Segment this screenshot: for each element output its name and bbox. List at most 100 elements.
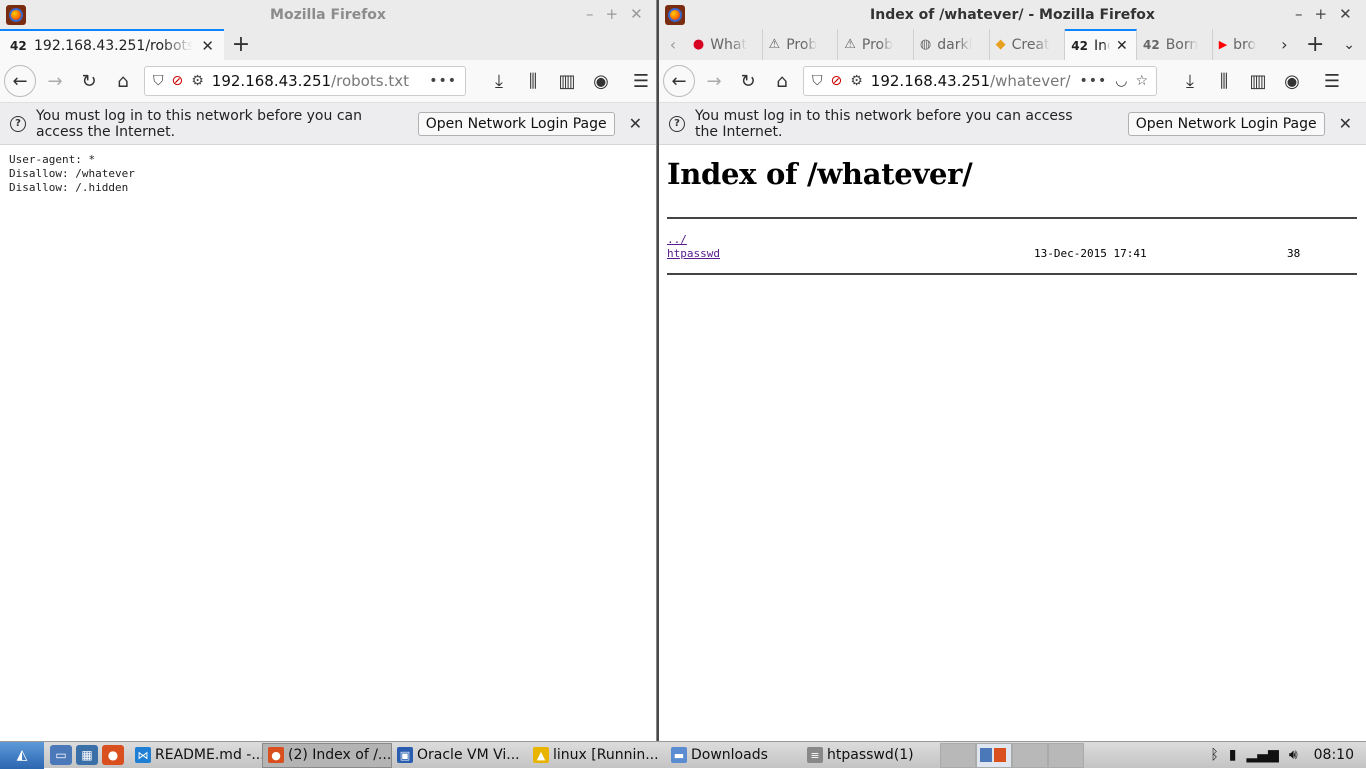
network-icon[interactable]: ▂▄▆ — [1247, 747, 1279, 763]
tab-scroll-left-icon[interactable]: ‹ — [659, 29, 687, 60]
downloads-icon[interactable]: ⤓ — [484, 66, 514, 96]
right-tab-bar: ‹ ● What ⚠ Prob ⚠ Prob ◍ darkl ◆ Creat 4… — [659, 29, 1366, 60]
tab-7[interactable]: 42 Born — [1137, 29, 1213, 60]
right-page-content: Index of /whatever/ ../ htpasswd 13-Dec-… — [659, 157, 1366, 275]
tab-2[interactable]: ⚠ Prob — [763, 29, 839, 60]
shield-icon[interactable]: ⛉ — [812, 73, 823, 89]
warning-icon: ⚠ — [768, 37, 781, 52]
workspace-2[interactable] — [976, 742, 1012, 768]
tab-robots[interactable]: 42 192.168.43.251/robots.txt ✕ — [0, 29, 224, 60]
maximize-icon[interactable]: + — [606, 5, 619, 23]
warning-icon: ⚠ — [844, 37, 856, 52]
42-icon: 42 — [10, 38, 27, 53]
firefox-icon[interactable] — [6, 5, 26, 25]
permissions-icon[interactable]: ⚙ — [191, 73, 204, 89]
new-tab-button[interactable]: + — [1298, 29, 1332, 60]
tab-scroll-right-icon[interactable]: › — [1270, 29, 1298, 60]
firefox-icon[interactable] — [665, 5, 685, 25]
file-manager-icon[interactable]: ▭ — [50, 745, 72, 765]
back-button[interactable]: ← — [663, 65, 695, 97]
url-host: 192.168.43.251 — [870, 72, 991, 90]
tab-5[interactable]: ◆ Creat — [990, 29, 1066, 60]
close-icon[interactable]: ✕ — [630, 5, 643, 23]
shield-icon[interactable]: ⛉ — [153, 73, 164, 89]
left-title-bar: Mozilla Firefox – + ✕ — [0, 0, 656, 29]
close-tab-icon[interactable]: ✕ — [201, 37, 214, 55]
reload-button[interactable]: ↻ — [74, 66, 104, 96]
taskbar-item-downloads[interactable]: ▬ Downloads — [666, 743, 802, 768]
firefox-launch-icon[interactable]: ● — [102, 745, 124, 765]
desktop-icon[interactable]: ▦ — [76, 745, 98, 765]
permissions-icon[interactable]: ⚙ — [850, 73, 863, 89]
back-button[interactable]: ← — [4, 65, 36, 97]
page-title: Index of /whatever/ — [667, 157, 973, 191]
quick-launch: ▭ ▦ ● — [44, 745, 130, 765]
url-host: 192.168.43.251 — [211, 72, 332, 90]
home-button[interactable]: ⌂ — [108, 66, 138, 96]
volume-icon[interactable]: 🔊︎ — [1289, 747, 1298, 763]
taskbar-item-linux-vm[interactable]: ▲ linux [Runnin... — [528, 743, 666, 768]
file-size: 38 — [1287, 247, 1301, 260]
left-window-controls: – + ✕ — [586, 5, 643, 23]
all-tabs-icon[interactable]: ⌄ — [1332, 29, 1366, 60]
taskbar-item-readme[interactable]: ⋈ README.md -... — [130, 743, 262, 768]
tab-1[interactable]: ● What — [687, 29, 763, 60]
text-file-icon: ≡ — [807, 747, 823, 763]
battery-icon[interactable]: ▮ — [1229, 747, 1237, 763]
close-icon[interactable]: ✕ — [1339, 5, 1352, 23]
url-bar[interactable]: ⛉ ⊘ ⚙ 192.168.43.251/robots.txt ••• — [144, 66, 466, 96]
tab-4[interactable]: ◍ darkl — [914, 29, 990, 60]
tab-3[interactable]: ⚠ Prob — [838, 29, 914, 60]
home-button[interactable]: ⌂ — [767, 66, 797, 96]
tab-label: 192.168.43.251/robots.txt — [34, 37, 194, 54]
divider — [667, 273, 1357, 275]
forward-button[interactable]: → — [699, 66, 729, 96]
menu-icon[interactable]: ☰ — [626, 66, 656, 96]
maximize-icon[interactable]: + — [1315, 5, 1328, 23]
tab-index-whatever[interactable]: 42 Index of /whatever/ ✕ — [1065, 29, 1137, 60]
open-network-login-button[interactable]: Open Network Login Page — [417, 111, 615, 136]
url-bar[interactable]: ⛉ ⊘ ⚙ 192.168.43.251/whatever/ ••• ◡ ☆ — [803, 66, 1157, 96]
bluetooth-icon[interactable]: ᛒ — [1210, 747, 1218, 763]
htpasswd-link[interactable]: htpasswd — [667, 247, 720, 260]
taskbar-item-htpasswd[interactable]: ≡ htpasswd(1) — [802, 743, 930, 768]
left-nav-bar: ← → ↻ ⌂ ⛉ ⊘ ⚙ 192.168.43.251/robots.txt … — [0, 60, 656, 103]
insecure-lock-icon[interactable]: ⊘ — [172, 73, 184, 89]
account-icon[interactable]: ◉ — [586, 66, 616, 96]
page-actions-icon[interactable]: ••• — [1079, 73, 1107, 89]
workspace-3[interactable] — [1012, 742, 1048, 768]
clock[interactable]: 08:10 — [1314, 747, 1354, 763]
start-menu-button[interactable]: ◭ — [0, 741, 44, 769]
workspace-1[interactable] — [940, 742, 976, 768]
minimize-icon[interactable]: – — [586, 5, 594, 23]
close-tab-icon[interactable]: ✕ — [1116, 38, 1128, 54]
minimize-icon[interactable]: – — [1295, 5, 1303, 23]
directory-listing: ../ htpasswd 13-Dec-2015 17:41 38 — [667, 233, 1358, 261]
taskbar-item-virtualbox[interactable]: ▣ Oracle VM Vi... — [392, 743, 528, 768]
new-tab-button[interactable]: + — [224, 29, 258, 60]
bookmark-star-icon[interactable]: ☆ — [1135, 73, 1148, 89]
tab-8[interactable]: ▶ bro — [1213, 29, 1271, 60]
account-icon[interactable]: ◉ — [1277, 66, 1307, 96]
library-icon[interactable]: ⫼ — [1209, 66, 1239, 96]
parent-dir-link[interactable]: ../ — [667, 233, 687, 246]
box-icon: ◆ — [995, 37, 1006, 52]
forward-button[interactable]: → — [40, 66, 70, 96]
open-network-login-button[interactable]: Open Network Login Page — [1127, 111, 1325, 136]
pocket-icon[interactable]: ◡ — [1115, 73, 1127, 89]
workspace-4[interactable] — [1048, 742, 1084, 768]
page-actions-icon[interactable]: ••• — [429, 73, 457, 89]
reload-button[interactable]: ↻ — [733, 66, 763, 96]
downloads-icon[interactable]: ⤓ — [1175, 66, 1205, 96]
sidebar-icon[interactable]: ▥ — [1243, 66, 1273, 96]
system-tray: ᛒ ▮ ▂▄▆ 🔊︎ 08:10 — [1210, 747, 1366, 763]
library-icon[interactable]: ⫼ — [518, 66, 548, 96]
sidebar-icon[interactable]: ▥ — [552, 66, 582, 96]
close-notification-icon[interactable]: ✕ — [1335, 114, 1356, 133]
taskbar-item-firefox[interactable]: ● (2) Index of /... — [262, 742, 392, 768]
42-icon: 42 — [1071, 38, 1088, 53]
insecure-lock-icon[interactable]: ⊘ — [831, 73, 843, 89]
close-notification-icon[interactable]: ✕ — [625, 114, 646, 133]
question-icon: ? — [669, 115, 685, 132]
menu-icon[interactable]: ☰ — [1317, 66, 1347, 96]
